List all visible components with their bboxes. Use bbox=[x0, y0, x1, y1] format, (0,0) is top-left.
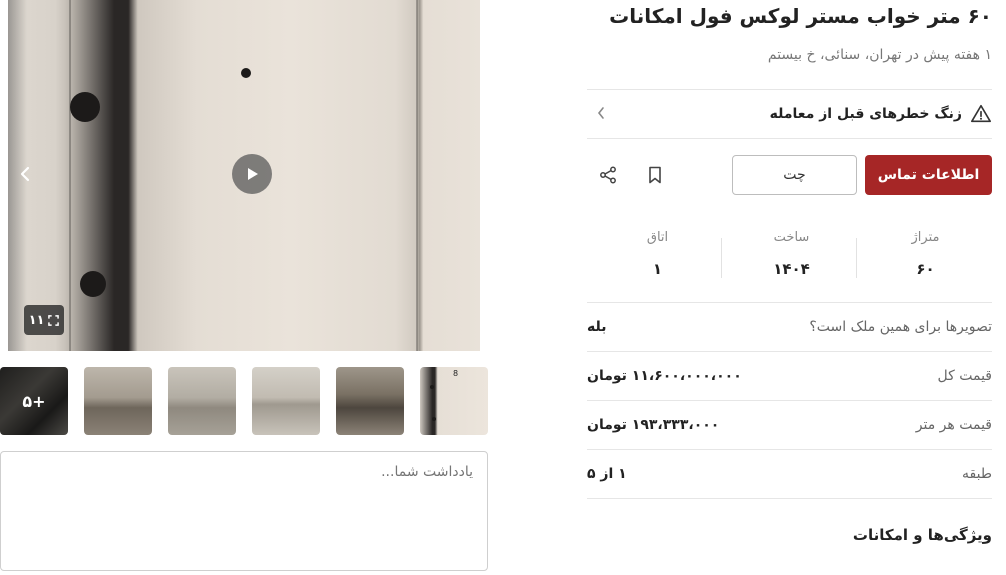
photo-count: ۱۱ bbox=[28, 312, 45, 328]
detail-value: بله bbox=[587, 319, 607, 335]
door-hole-top bbox=[70, 92, 100, 122]
door-peephole bbox=[241, 68, 251, 78]
play-video-button[interactable] bbox=[232, 154, 272, 194]
stat-value: ۱۴۰۴ bbox=[773, 260, 810, 278]
key-stats: متراژ ۶۰ ساخت ۱۴۰۴ اتاق ۱ bbox=[587, 230, 992, 282]
divider bbox=[587, 89, 992, 90]
door-number: 8 bbox=[453, 369, 459, 378]
listing-title: ۶۰ متر خواب مستر لوکس فول امکانات bbox=[609, 4, 992, 28]
play-icon bbox=[248, 168, 258, 180]
prev-photo-chevron-icon[interactable] bbox=[20, 166, 34, 182]
door-edge bbox=[416, 0, 418, 351]
warning-icon bbox=[971, 104, 991, 123]
stat-value: ۱ bbox=[652, 260, 663, 278]
detail-row: قیمت کل ۱۱،۶۰۰،۰۰۰،۰۰۰ تومان bbox=[587, 352, 992, 400]
thumbnail-active[interactable]: 8 bbox=[420, 367, 488, 435]
chat-button[interactable]: چت bbox=[732, 155, 857, 195]
bookmark-icon[interactable] bbox=[647, 166, 663, 184]
note-input[interactable] bbox=[0, 451, 488, 571]
thumbnail[interactable] bbox=[336, 367, 404, 435]
main-photo[interactable]: ۱۱ bbox=[8, 0, 480, 351]
detail-key: تصویرها برای همین ملک است؟ bbox=[809, 319, 992, 335]
detail-key: طبقه bbox=[962, 466, 992, 482]
thumbnail[interactable] bbox=[252, 367, 320, 435]
listing-subtitle: ۱ هفته پیش در تهران، سنائی، خ بیستم bbox=[767, 47, 992, 63]
detail-row: تصویرها برای همین ملک است؟ بله bbox=[587, 303, 992, 351]
photo-count-badge[interactable]: ۱۱ bbox=[24, 305, 64, 335]
risk-warnings-label: زنگ خطرهای قبل از معامله bbox=[769, 106, 962, 122]
stat-label: ساخت bbox=[773, 230, 810, 245]
detail-key: قیمت هر متر bbox=[915, 417, 992, 433]
expand-icon bbox=[48, 314, 60, 326]
detail-row: طبقه ۱ از ۵ bbox=[587, 450, 992, 498]
detail-value: ۱ از ۵ bbox=[587, 466, 627, 482]
divider bbox=[587, 498, 992, 499]
thumb-hole bbox=[430, 385, 434, 389]
thumbnail-strip: ۵+ 8 bbox=[0, 367, 488, 435]
features-heading: ویژگی‌ها و امکانات bbox=[852, 526, 992, 544]
detail-value: ۱۱،۶۰۰،۰۰۰،۰۰۰ تومان bbox=[587, 368, 742, 384]
door-hole-bottom bbox=[80, 271, 106, 297]
more-photos-count: ۵+ bbox=[0, 367, 68, 435]
share-icon[interactable] bbox=[599, 166, 617, 184]
detail-key: قیمت کل bbox=[937, 368, 992, 384]
door-frame-edge bbox=[69, 0, 71, 351]
stat-label: اتاق bbox=[646, 230, 669, 245]
thumbnail[interactable] bbox=[84, 367, 152, 435]
thumbnail[interactable] bbox=[168, 367, 236, 435]
detail-row: قیمت هر متر ۱۹۳،۳۳۳،۰۰۰ تومان bbox=[587, 401, 992, 449]
thumbnail-more[interactable]: ۵+ bbox=[0, 367, 68, 435]
stat-label: متراژ bbox=[911, 230, 940, 245]
detail-value: ۱۹۳،۳۳۳،۰۰۰ تومان bbox=[587, 417, 720, 433]
risk-warnings-row[interactable]: زنگ خطرهای قبل از معامله bbox=[587, 92, 992, 136]
stat-area: متراژ ۶۰ bbox=[859, 230, 992, 278]
thumb-hole bbox=[432, 417, 436, 421]
stat-rooms: اتاق ۱ bbox=[591, 230, 724, 278]
stat-built: ساخت ۱۴۰۴ bbox=[725, 230, 858, 278]
contact-info-button[interactable]: اطلاعات تماس bbox=[865, 155, 992, 195]
chevron-left-icon bbox=[593, 106, 605, 120]
stat-value: ۶۰ bbox=[916, 260, 935, 278]
divider bbox=[587, 138, 992, 139]
